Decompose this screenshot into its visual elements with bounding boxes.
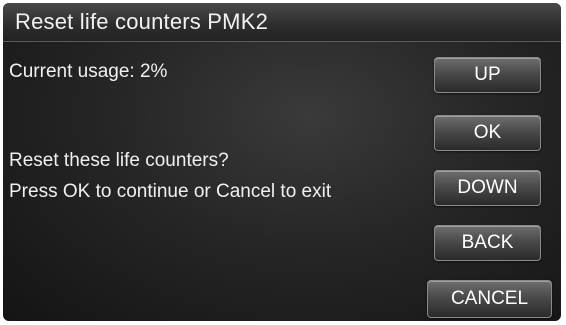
- page-title: Reset life counters PMK2: [15, 9, 269, 34]
- reset-prompt-question: Reset these life counters?: [9, 150, 229, 171]
- current-usage-text: Current usage: 2%: [9, 61, 168, 82]
- ok-button[interactable]: OK: [434, 115, 541, 151]
- back-button[interactable]: BACK: [434, 225, 541, 261]
- cancel-button[interactable]: CANCEL: [427, 280, 552, 318]
- title-bar: Reset life counters PMK2: [3, 3, 561, 42]
- control-panel-screen: Reset life counters PMK2 Current usage: …: [3, 3, 561, 321]
- reset-prompt-instruction: Press OK to continue or Cancel to exit: [9, 181, 332, 202]
- up-button[interactable]: UP: [434, 57, 541, 93]
- down-button[interactable]: DOWN: [434, 170, 541, 206]
